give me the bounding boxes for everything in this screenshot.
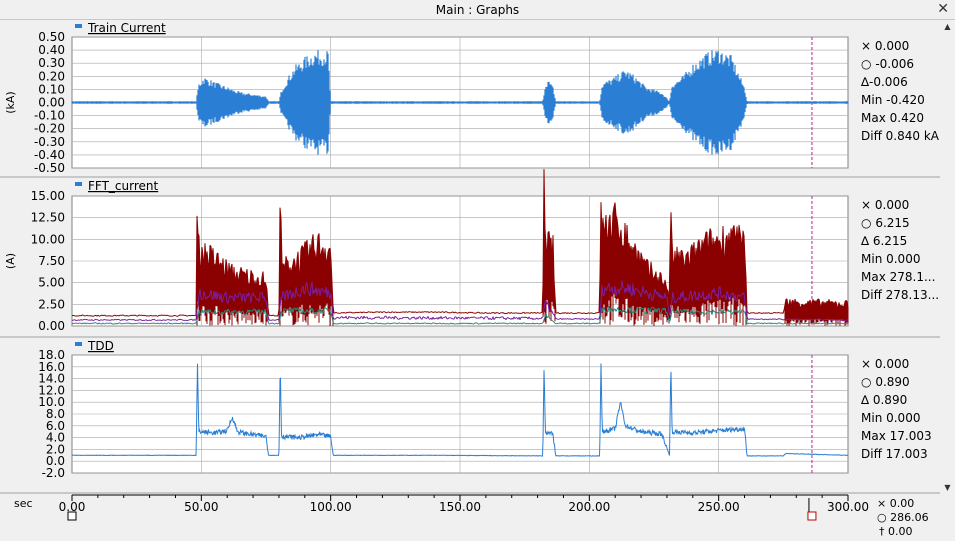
readout-d-train: ∆-0.006 — [861, 75, 908, 89]
legend-swatch-fft — [75, 182, 82, 186]
x-tick-label: 150.00 — [439, 500, 481, 514]
y-tick-train: 0.30 — [38, 56, 65, 70]
y-tick-train: -0.30 — [34, 135, 65, 149]
readout-d-tdd: ∆ 0.890 — [861, 393, 908, 407]
y-tick-train: 0.00 — [38, 96, 65, 110]
readout-min-tdd: Min 0.000 — [861, 411, 921, 425]
x-tick-label: 250.00 — [698, 500, 740, 514]
x-readout-circle: ○ 286.06 — [877, 511, 929, 524]
circle-icon: ○ — [877, 511, 887, 524]
circle-icon: ○ — [861, 375, 872, 389]
circle-icon: ○ — [861, 216, 872, 230]
y-tick-train: -0.10 — [34, 109, 65, 123]
readout-tdd: × 0.000 ○ 0.890 ∆ 0.890 Min 0.000 Max 17… — [861, 355, 932, 463]
y-tick-train: 0.10 — [38, 82, 65, 96]
y-tick-train: -0.50 — [34, 161, 65, 175]
y-tick-tdd: -2.0 — [42, 466, 65, 480]
circle-icon: ○ — [861, 57, 872, 71]
cross-icon: × — [861, 39, 872, 53]
y-tick-train: -0.20 — [34, 122, 65, 136]
y-axis-label-train: (kA) — [4, 91, 17, 113]
x-tick-label: 100.00 — [310, 500, 352, 514]
delta-icon: ∆ — [861, 75, 870, 89]
readout-max-train: Max 0.420 — [861, 111, 924, 125]
readout-max-tdd: Max 17.003 — [861, 429, 932, 443]
legend-label-tdd: TDD — [87, 339, 114, 353]
readout-diff-fft: Diff 278.13... — [861, 288, 940, 302]
readout-train: × 0.000 ○ -0.006 ∆-0.006 Min -0.420 Max … — [861, 37, 939, 145]
readout-fft: × 0.000 ○ 6.215 ∆ 6.215 Min 0.000 Max 27… — [861, 196, 939, 304]
y-tick-train: 0.20 — [38, 69, 65, 83]
legend-label-train: Train Current — [87, 21, 166, 35]
graphs-canvas[interactable]: 0.500.400.300.200.100.00-0.10-0.20-0.30-… — [0, 0, 955, 541]
y-tick-train: -0.40 — [34, 148, 65, 162]
delta-icon: ∆ — [861, 393, 870, 407]
x-tick-label: 50.00 — [184, 500, 218, 514]
cursor-handle-start-icon — [67, 511, 77, 521]
legend-label-fft: FFT_current — [88, 179, 159, 193]
readout-o-train: ○ -0.006 — [861, 57, 914, 71]
y-tick-train: 0.40 — [38, 43, 65, 57]
y-tick-fft: 10.00 — [31, 232, 65, 246]
x-readout-dagger: † 0.00 — [879, 525, 913, 538]
y-tick-train: 0.50 — [38, 30, 65, 44]
readout-diff-tdd: Diff 17.003 — [861, 447, 928, 461]
readout-min-fft: Min 0.000 — [861, 252, 921, 266]
y-tick-fft: 12.50 — [31, 211, 65, 225]
y-tick-fft: 15.00 — [31, 189, 65, 203]
readout-max-fft: Max 278.1... — [861, 270, 936, 284]
readout-x-train: × 0.000 — [861, 39, 910, 53]
readout-x-tdd: × 0.000 — [861, 357, 910, 371]
x-tick-label: 200.00 — [568, 500, 610, 514]
dagger-icon: † — [879, 525, 885, 538]
x-unit-label: sec — [14, 497, 33, 510]
cursor-handle-end-icon — [807, 511, 817, 521]
legend-swatch-tdd — [75, 342, 82, 346]
readout-o-tdd: ○ 0.890 — [861, 375, 910, 389]
cross-icon: × — [861, 357, 872, 371]
readout-o-fft: ○ 6.215 — [861, 216, 910, 230]
readout-min-train: Min -0.420 — [861, 93, 925, 107]
delta-icon: ∆ — [861, 234, 870, 248]
cross-icon: × — [861, 198, 872, 212]
y-tick-fft: 0.00 — [38, 319, 65, 333]
readout-diff-train: Diff 0.840 kA — [861, 129, 939, 143]
y-tick-fft: 5.00 — [38, 276, 65, 290]
y-axis-label-fft: (A) — [4, 253, 17, 269]
x-tick-label: 300.00 — [827, 500, 869, 514]
readout-d-fft: ∆ 6.215 — [861, 234, 908, 248]
x-readout: × 0.00 ○ 286.06 † 0.00 — [877, 497, 929, 539]
cross-icon: × — [877, 497, 887, 510]
readout-x-fft: × 0.000 — [861, 198, 910, 212]
legend-swatch-train — [75, 24, 82, 28]
y-tick-fft: 2.50 — [38, 297, 65, 311]
y-tick-fft: 7.50 — [38, 254, 65, 268]
x-readout-cross: × 0.00 — [877, 497, 915, 510]
